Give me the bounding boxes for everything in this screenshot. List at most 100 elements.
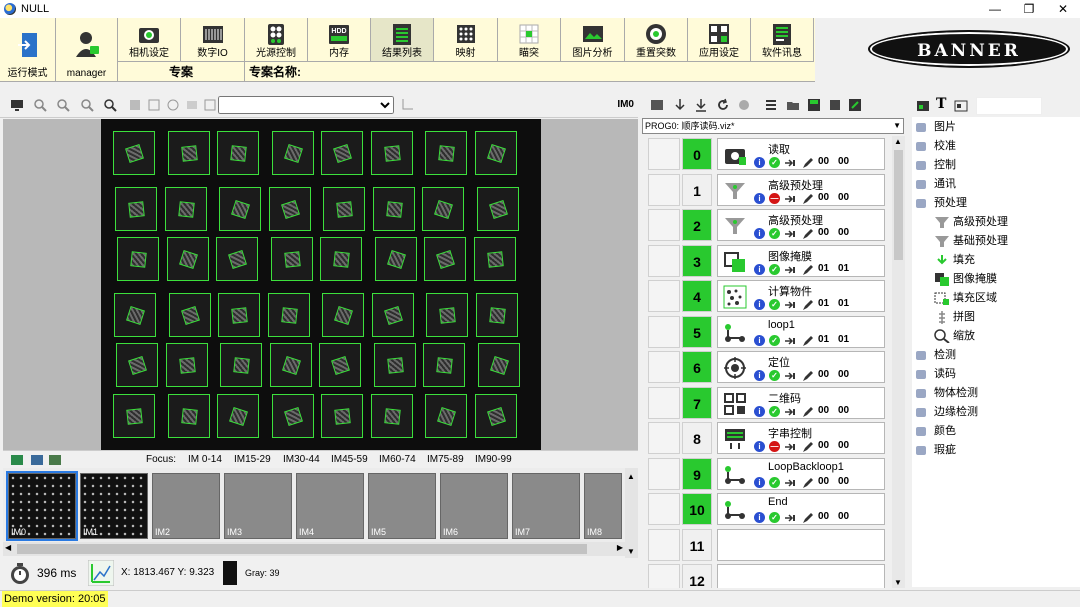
program-step[interactable]: 2 高级预处理 i ✓ 00 00 xyxy=(642,207,892,243)
image-source-select[interactable] xyxy=(218,96,394,114)
hscroll-thumb[interactable] xyxy=(17,544,587,554)
disabled-icon[interactable]: — xyxy=(769,192,780,204)
enabled-icon[interactable]: ✓ xyxy=(769,334,780,346)
info-icon[interactable]: i xyxy=(754,441,765,452)
info-icon[interactable]: i xyxy=(754,512,765,523)
focus-range[interactable]: IM60-74 xyxy=(379,451,416,469)
thumbnail[interactable]: IM6 xyxy=(440,473,508,539)
thumbnail-hscroll[interactable]: ◀ ▶ xyxy=(3,542,625,556)
enabled-icon[interactable]: ✓ xyxy=(769,228,780,239)
step-card[interactable] xyxy=(717,564,885,588)
thumbnail[interactable]: IM3 xyxy=(224,473,292,539)
edit-pencil-icon[interactable] xyxy=(802,264,814,276)
zoom-out-icon[interactable] xyxy=(56,98,70,112)
tool-region-icon[interactable] xyxy=(954,99,968,113)
edit-pencil-icon[interactable] xyxy=(802,335,814,347)
step-card[interactable]: 定位 i ✓ 00 00 xyxy=(717,351,885,383)
edit-pencil-icon[interactable] xyxy=(802,370,814,382)
step-breakpoint-cell[interactable] xyxy=(648,280,680,312)
result-list-button[interactable]: 结果列表 xyxy=(371,18,434,62)
output-arrow-icon[interactable] xyxy=(784,335,796,347)
light-control-button[interactable]: 光源控制 xyxy=(245,18,308,62)
tool-category[interactable]: 校准 xyxy=(916,137,956,156)
enabled-icon[interactable]: ✓ xyxy=(769,512,780,523)
thumbnail[interactable]: IM7 xyxy=(512,473,580,539)
edit-pencil-icon[interactable] xyxy=(802,477,814,489)
reset-count-button[interactable]: 重置突数 xyxy=(625,18,688,62)
step-breakpoint-cell[interactable] xyxy=(648,315,680,348)
save-all-icon[interactable] xyxy=(828,98,842,112)
image-split-icon[interactable] xyxy=(31,454,44,466)
step-card[interactable]: 图像掩膜 i ✓ 01 01 xyxy=(717,244,885,277)
edit-pencil-icon[interactable] xyxy=(802,157,814,169)
program-step[interactable]: 1 高级预处理 i — 00 00 xyxy=(642,172,892,208)
monitor-icon[interactable] xyxy=(10,98,24,112)
thumbnail-vscroll[interactable]: ▲ ▼ xyxy=(625,468,638,558)
digital-io-button[interactable]: 数字IO xyxy=(181,18,245,62)
step-breakpoint-cell[interactable] xyxy=(648,457,680,490)
thumbnail[interactable]: IM1 xyxy=(80,473,148,539)
mapping-button[interactable]: 映射 xyxy=(434,18,498,62)
output-arrow-icon[interactable] xyxy=(784,193,796,205)
output-arrow-icon[interactable] xyxy=(784,157,796,169)
tool-item[interactable]: 缩放 xyxy=(934,327,975,346)
tool-category[interactable]: 检测 xyxy=(916,346,956,365)
tool-category[interactable]: 颜色 xyxy=(916,422,956,441)
tool-category[interactable]: 图片 xyxy=(916,118,956,137)
step-card[interactable]: 高级预处理 i ✓ 00 00 xyxy=(717,209,885,241)
crop-icon[interactable] xyxy=(400,98,414,112)
minimize-button[interactable]: — xyxy=(978,0,1012,18)
edit-pencil-icon[interactable] xyxy=(802,441,814,453)
step-breakpoint-cell[interactable] xyxy=(648,244,680,277)
info-icon[interactable]: i xyxy=(754,299,765,310)
program-step[interactable]: 4 计算物件 i ✓ 01 01 xyxy=(642,278,892,314)
program-view-icon[interactable] xyxy=(650,98,664,112)
step-card[interactable]: 计算物件 i ✓ 01 01 xyxy=(717,280,885,312)
info-icon[interactable]: i xyxy=(754,370,765,381)
output-arrow-icon[interactable] xyxy=(784,228,796,240)
tool-category[interactable]: 预处理 xyxy=(916,194,967,213)
program-scrollbar[interactable]: ▲ ▼ xyxy=(892,136,905,588)
list-icon[interactable] xyxy=(764,98,778,112)
highlight-button[interactable]: 瞄突 xyxy=(498,18,561,62)
insert-below-icon[interactable] xyxy=(694,98,708,112)
program-step[interactable]: 8 字串控制 i — 00 00 xyxy=(642,420,892,456)
target-icon[interactable] xyxy=(166,98,180,112)
step-card[interactable]: 高级预处理 i — 00 00 xyxy=(717,173,885,206)
step-card[interactable]: End i ✓ 00 00 xyxy=(717,493,885,525)
edit-pencil-icon[interactable] xyxy=(802,228,814,240)
overlay-icon[interactable] xyxy=(185,98,199,112)
export-icon[interactable] xyxy=(848,98,862,112)
focus-range[interactable]: IM15-29 xyxy=(234,451,271,469)
enabled-icon[interactable]: ✓ xyxy=(769,299,780,310)
tool-category[interactable]: 边缘检测 xyxy=(916,403,978,422)
program-step[interactable]: 11 xyxy=(642,527,892,563)
thumbnail[interactable]: IM4 xyxy=(296,473,364,539)
program-step[interactable]: 10 End i ✓ 00 00 xyxy=(642,491,892,527)
program-scroll-thumb[interactable] xyxy=(894,150,903,260)
program-step[interactable]: 7 二维码 i ✓ 00 00 xyxy=(642,385,892,421)
tool-item[interactable]: 填充区域 xyxy=(934,289,997,308)
output-arrow-icon[interactable] xyxy=(784,406,796,418)
image-analysis-button[interactable]: 图片分析 xyxy=(561,18,625,62)
image-view[interactable] xyxy=(3,119,638,450)
focus-range[interactable]: IM90-99 xyxy=(475,451,512,469)
run-mode-button[interactable]: 运行模式 xyxy=(0,18,56,82)
program-file-select[interactable]: PROG0: 顺序读码.viz* ▼ xyxy=(642,118,904,134)
step-breakpoint-cell[interactable] xyxy=(648,209,680,241)
step-card[interactable]: loop1 i ✓ 01 01 xyxy=(717,315,885,348)
edit-pencil-icon[interactable] xyxy=(802,193,814,205)
thumbnail[interactable]: IM5 xyxy=(368,473,436,539)
focus-range[interactable]: IM75-89 xyxy=(427,451,464,469)
refresh-icon[interactable] xyxy=(716,98,730,112)
program-step[interactable]: 6 定位 i ✓ 00 00 xyxy=(642,349,892,385)
software-info-button[interactable]: 软件讯息 xyxy=(751,18,814,62)
thumbnail[interactable]: IM0 xyxy=(6,471,78,541)
output-arrow-icon[interactable] xyxy=(784,370,796,382)
image-view-icon[interactable] xyxy=(11,454,24,466)
info-icon[interactable]: i xyxy=(754,405,765,417)
close-button[interactable]: ✕ xyxy=(1046,0,1080,18)
step-card[interactable]: 二维码 i ✓ 00 00 xyxy=(717,386,885,419)
output-arrow-icon[interactable] xyxy=(784,299,796,311)
step-card[interactable]: LoopBackloop1 i ✓ 00 00 xyxy=(717,457,885,490)
